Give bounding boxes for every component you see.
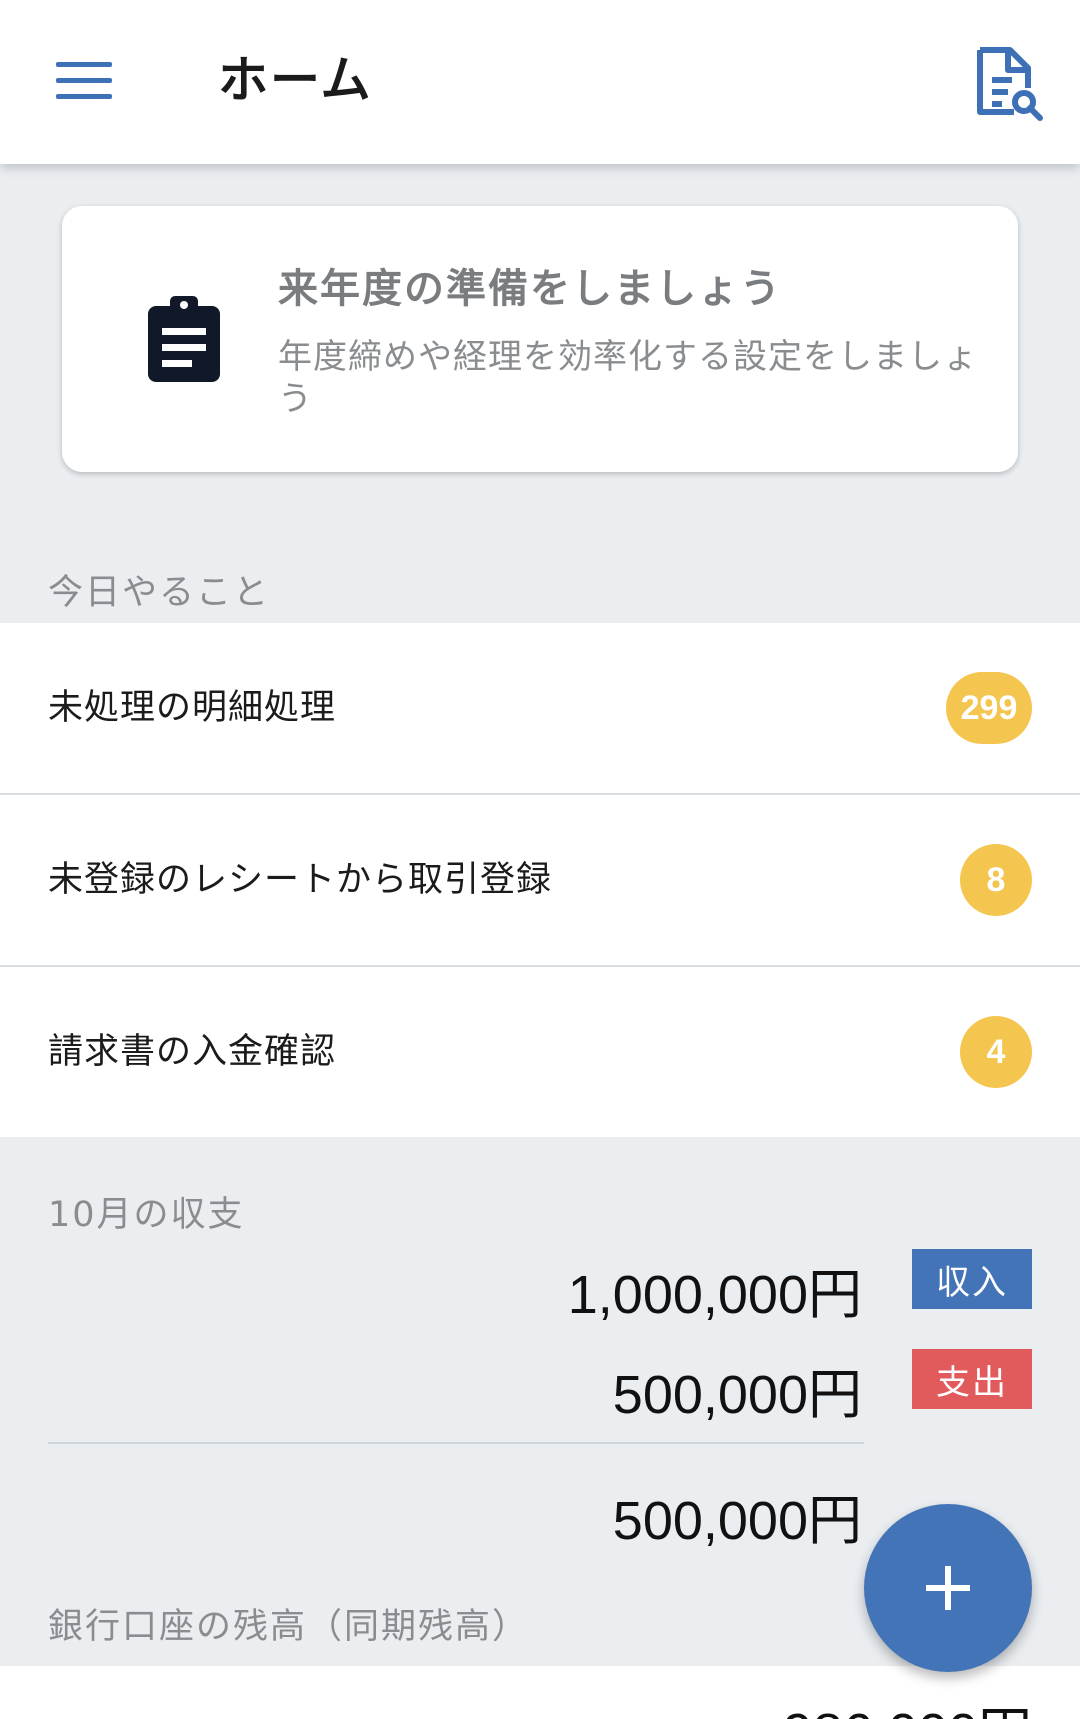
document-search-icon[interactable] (972, 44, 1044, 122)
app-bar: ホーム (0, 0, 1080, 164)
income-amount: 1,000,000円 (567, 1265, 862, 1325)
hamburger-menu-icon[interactable] (46, 48, 122, 112)
todo-list: 未処理の明細処理 299 未登録のレシートから取引登録 8 請求書の入金確認 4 (0, 623, 1080, 1137)
todo-item-invoice-payment-check[interactable]: 請求書の入金確認 4 (0, 967, 1080, 1137)
todo-item-unregistered-receipts[interactable]: 未登録のレシートから取引登録 8 (0, 795, 1080, 967)
net-amount: 500,000円 (612, 1491, 862, 1551)
clipboard-icon (146, 294, 222, 384)
add-button[interactable] (864, 1504, 1032, 1672)
expense-tag: 支出 (912, 1349, 1032, 1409)
income-tag: 収入 (912, 1249, 1032, 1309)
setup-banner-card[interactable]: 来年度の準備をしましょう 年度締めや経理を効率化する設定をしましょう (62, 206, 1018, 472)
home-screen: ホーム 来年度の準備をしましょう 年度締めや経理を効率化する設定をしましょう 今… (0, 0, 1080, 1719)
todo-item-label: 請求書の入金確認 (48, 1032, 337, 1072)
count-badge: 4 (960, 1016, 1032, 1088)
todo-item-unprocessed-statements[interactable]: 未処理の明細処理 299 (0, 623, 1080, 795)
bank-balance-card[interactable]: 986,000円 (0, 1666, 1080, 1719)
todo-item-label: 未登録のレシートから取引登録 (48, 860, 553, 900)
banner-subtitle: 年度締めや経理を効率化する設定をしましょう (278, 337, 978, 419)
expense-amount: 500,000円 (612, 1365, 862, 1425)
bank-balance-amount: 986,000円 (783, 1688, 1032, 1719)
divider (48, 1442, 864, 1444)
count-badge: 8 (960, 844, 1032, 916)
todo-heading: 今日やること (48, 573, 271, 613)
plus-icon (926, 1566, 970, 1610)
count-badge: 299 (946, 672, 1032, 744)
bank-balance-heading: 銀行口座の残高（同期残高） (48, 1607, 530, 1647)
page-title: ホーム (218, 51, 373, 109)
todo-item-label: 未処理の明細処理 (48, 688, 337, 728)
monthly-heading: 10月の収支 (48, 1195, 245, 1235)
banner-title: 来年度の準備をしましょう (278, 266, 782, 312)
